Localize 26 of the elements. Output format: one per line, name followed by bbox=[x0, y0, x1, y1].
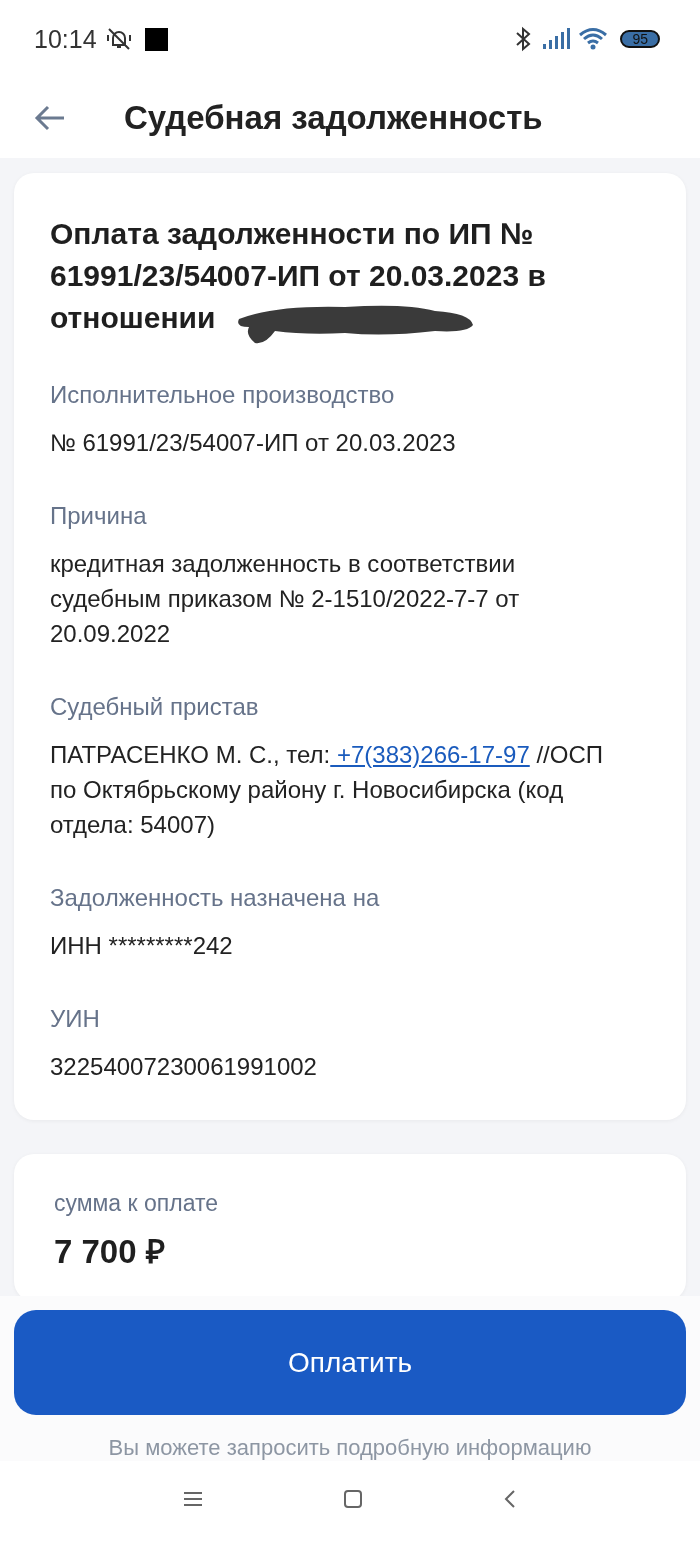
amount-value: 7 700 ₽ bbox=[54, 1232, 166, 1271]
field-value: ИНН *********242 bbox=[50, 930, 234, 961]
field-label: Задолженность назначена на bbox=[50, 882, 381, 913]
field-value: ПАТРАСЕНКО М. С., тел: +7(383)266-17-97 //ОСП по Октябрьскому району г. Новосибирска (код отдела: 54007) bbox=[50, 739, 604, 840]
debt-title: Оплата задолженности по ИП № 61991/23/54007-ИП от 20.03.2023 в отношении bbox=[50, 215, 547, 336]
field-label: УИН bbox=[50, 1003, 101, 1034]
field-value: 32254007230061991002 bbox=[50, 1051, 318, 1082]
status-time: 10:14 bbox=[34, 24, 97, 54]
phone-link[interactable]: +7(383)266-17-97 bbox=[330, 740, 530, 768]
field-label: Исполнительное производство bbox=[50, 379, 396, 410]
home-icon[interactable] bbox=[343, 1488, 363, 1509]
field-value: кредитная задолженность в соответствии судебным приказом № 2-1510/2022-7-7 от 20.09.2022 bbox=[50, 548, 521, 649]
battery-indicator: 95 bbox=[620, 30, 660, 49]
back-arrow-icon bbox=[34, 105, 66, 132]
field-label: Причина bbox=[50, 500, 148, 531]
signal-icon bbox=[542, 28, 571, 51]
info-note: Вы можете запросить подробную информацию bbox=[107, 1435, 593, 1462]
back-icon[interactable] bbox=[503, 1488, 517, 1509]
menu-icon[interactable] bbox=[183, 1490, 203, 1507]
page-title: Судебная задолженность bbox=[124, 99, 543, 138]
amount-label: сумма к оплате bbox=[54, 1189, 220, 1217]
pay-button[interactable]: Оплатить bbox=[14, 1310, 686, 1416]
notification-icon bbox=[144, 27, 168, 51]
wifi-icon bbox=[578, 27, 609, 52]
field-label: Судебный пристав bbox=[50, 691, 260, 722]
field-value: № 61991/23/54007-ИП от 20.03.2023 bbox=[50, 427, 457, 458]
